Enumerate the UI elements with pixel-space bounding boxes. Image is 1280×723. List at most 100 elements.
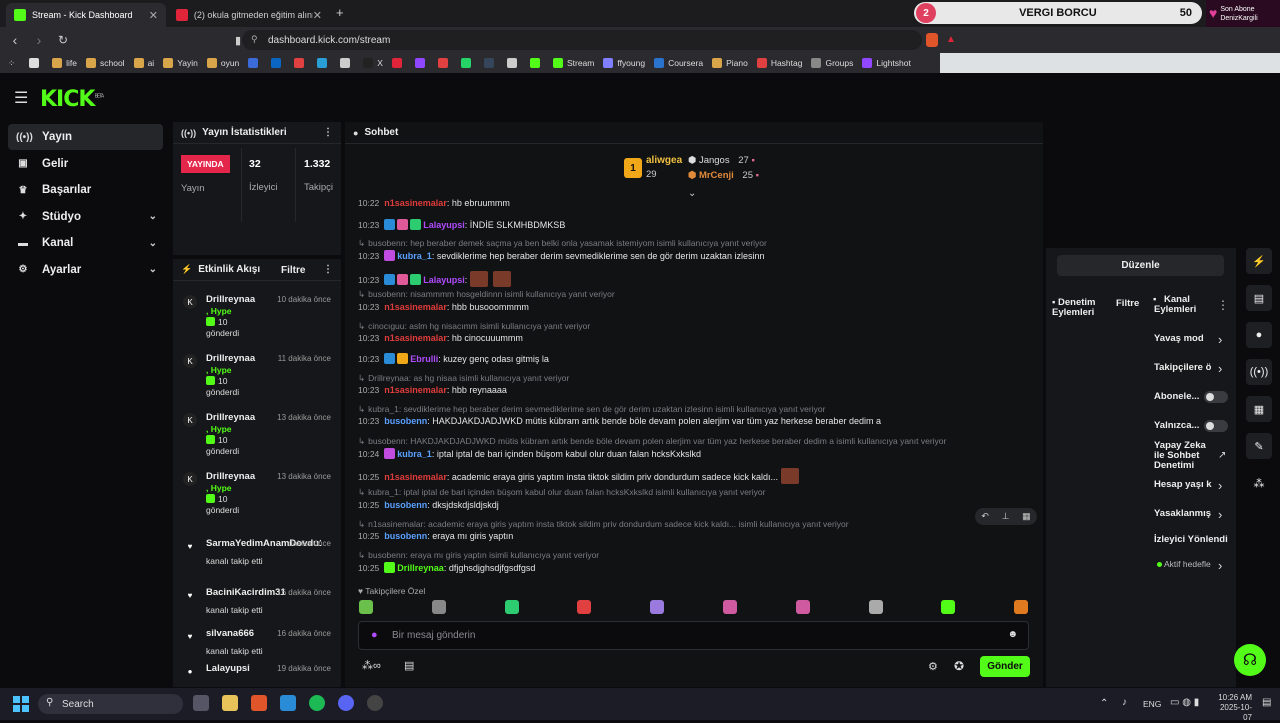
activity-username[interactable]: Drillreynaa	[206, 412, 255, 423]
mod-actions-tab[interactable]: ▪ Denetim Eylemleri	[1052, 298, 1108, 318]
microphone-icon[interactable]: ●	[371, 629, 378, 641]
bookmark-item[interactable]: X	[363, 58, 383, 68]
message-username[interactable]: busobenn	[384, 500, 427, 510]
tools-icon[interactable]: ✎	[1246, 433, 1272, 459]
message-username[interactable]: n1sasinemalar	[384, 333, 447, 343]
sidebar-item[interactable]: ▬ Kanal ⌄	[8, 230, 163, 256]
chat-message[interactable]: 10:25 n1sasinemalar: academic eraya giris…	[358, 468, 1035, 484]
channel-action-item[interactable]: Yasaklanmış	[1154, 508, 1228, 519]
brave-icon[interactable]	[251, 695, 267, 711]
site-info-icon[interactable]: ⚲	[251, 34, 258, 45]
bookmark-item[interactable]: Coursera	[654, 58, 703, 68]
channel-action-item[interactable]: Yapay Zeka ile Sohbet Denetimi	[1154, 441, 1216, 471]
bookmark-item[interactable]	[460, 58, 475, 68]
delete-icon[interactable]: ▦	[1022, 511, 1031, 522]
chevron-right-icon[interactable]: ›	[1218, 478, 1222, 493]
kick-points-icon[interactable]: ⁂∞	[362, 659, 381, 672]
emote-icon[interactable]	[650, 600, 665, 614]
activity-username[interactable]: Lalayupsi	[206, 663, 250, 674]
message-username[interactable]: Lalayupsi	[423, 220, 465, 230]
chevron-right-icon[interactable]: ›	[1218, 361, 1222, 376]
brave-rewards-icon[interactable]: ▲	[946, 34, 956, 45]
emote-icon[interactable]	[868, 600, 883, 614]
message-username[interactable]: n1sasinemalar	[384, 198, 447, 208]
bookmark-item[interactable]	[248, 58, 262, 68]
channel-actions-tab[interactable]: ▪ Kanal Eylemleri	[1153, 295, 1214, 315]
broadcast-icon[interactable]: ((•))	[1246, 359, 1272, 385]
bookmark-item[interactable]	[483, 58, 498, 68]
third-gifter[interactable]: ⬢ MrCenji 25 ▪	[688, 170, 759, 181]
lightning-icon[interactable]: ⚡	[1246, 248, 1272, 274]
chat-message[interactable]: 10:23 Lalayupsi: İNDİE SLKMHBDMKSB	[358, 219, 1035, 230]
sidebar-item[interactable]: ((•)) Yayın	[8, 124, 163, 150]
chevron-right-icon[interactable]: ›	[1218, 558, 1222, 573]
activity-username[interactable]: Drillreynaa	[206, 353, 255, 364]
layout-icon[interactable]: ▦	[1246, 396, 1272, 422]
bookmark-item[interactable]: ai	[133, 58, 154, 68]
clipboard-icon[interactable]: ▤	[1246, 285, 1272, 311]
channel-action-item[interactable]: Yavaş mod	[1154, 333, 1228, 344]
address-bar[interactable]: ⚲ dashboard.kick.com/stream	[242, 30, 922, 50]
bookmark-item[interactable]	[414, 58, 429, 68]
external-link-icon[interactable]: ↗	[1218, 450, 1226, 461]
sidebar-item[interactable]: ♛ Başarılar	[8, 177, 163, 203]
toggle-switch[interactable]	[1204, 420, 1228, 432]
emote-icon[interactable]	[723, 600, 737, 614]
bookmark-item[interactable]	[506, 58, 521, 68]
emote-icon[interactable]	[1014, 600, 1029, 614]
notifications-icon[interactable]: ▤	[1262, 697, 1271, 708]
bookmark-item[interactable]: Stream	[552, 58, 594, 68]
microphone-tray-icon[interactable]: ♪	[1122, 697, 1127, 708]
message-username[interactable]: Drillreynaa	[397, 563, 444, 573]
clock[interactable]: 10:26 AM 2025-10-07	[1216, 693, 1252, 723]
bookmark-item[interactable]	[317, 58, 331, 68]
bookmark-item[interactable]	[437, 58, 452, 68]
bookmark-item[interactable]	[529, 58, 544, 68]
sidebar-item[interactable]: ⚙ Ayarlar ⌄	[8, 257, 163, 283]
activity-username[interactable]: silvana666	[206, 628, 254, 639]
chat-message[interactable]: 10:23 kubra_1: sevdiklerime hep beraber d…	[358, 250, 1035, 261]
chat-message[interactable]: 10:24 kubra_1: iptal iptal de bari içinde…	[358, 448, 1035, 459]
message-username[interactable]: kubra_1	[397, 251, 432, 261]
pin-icon[interactable]: ⊥	[1002, 511, 1010, 522]
mod-filter-button[interactable]: Filtre	[1116, 298, 1139, 309]
message-username[interactable]: busobenn	[384, 531, 427, 541]
sidebar-item[interactable]: ▣ Gelir	[8, 151, 163, 177]
support-button[interactable]: ☊	[1234, 644, 1266, 676]
reply-icon[interactable]: ↶	[981, 511, 989, 522]
task-view-icon[interactable]	[193, 695, 209, 711]
message-username[interactable]: Lalayupsi	[423, 275, 465, 285]
bookmark-item[interactable]	[340, 58, 354, 68]
emote-icon[interactable]	[577, 600, 592, 614]
apps-icon[interactable]: ⁂	[1246, 470, 1272, 496]
channel-action-item[interactable]: Hesap yaşı k	[1154, 479, 1228, 490]
apps-grid-icon[interactable]: ⁘	[8, 58, 15, 69]
store-app-icon[interactable]	[280, 695, 296, 711]
bookmark-item[interactable]: oyun	[206, 58, 239, 68]
chat-message[interactable]: 10:22 n1sasinemalar: hb ebruummm	[358, 198, 1035, 208]
activity-username[interactable]: Drillreynaa	[206, 294, 255, 305]
bookmark-item[interactable]: Groups	[811, 58, 853, 68]
bookmark-item[interactable]: Piano	[712, 58, 748, 68]
sidebar-item[interactable]: ✦ Stüdyo ⌄	[8, 204, 163, 230]
message-username[interactable]: n1sasinemalar	[384, 385, 447, 395]
tab-youtube[interactable]: (2) okula gitmeden eğitim alınır mı s...…	[168, 3, 330, 27]
bookmark-item[interactable]: Hashtag	[756, 58, 802, 68]
chevron-right-icon[interactable]: ›	[1218, 332, 1222, 347]
emote-icon[interactable]	[504, 600, 519, 614]
close-tab-icon[interactable]: ✕	[313, 9, 322, 22]
bookmark-item[interactable]	[391, 58, 406, 68]
language-indicator[interactable]: ENG	[1143, 699, 1161, 709]
settings-icon[interactable]: ⚙	[928, 660, 938, 673]
chevron-down-icon[interactable]: ⌄	[149, 211, 157, 222]
chat-message[interactable]: 10:23 n1sasinemalar: hbb busooommmm	[358, 302, 1035, 312]
chat-message[interactable]: 10:23 n1sasinemalar: hbb reynaaaa	[358, 385, 1035, 395]
more-options-icon[interactable]: ⋮	[323, 264, 333, 275]
channel-action-item[interactable]: İzleyici Yönlendir	[1154, 534, 1228, 545]
top-gifter-name[interactable]: aliwgea	[646, 155, 682, 166]
chat-message[interactable]: 10:23 n1sasinemalar: hb cinocuuummm	[358, 333, 1035, 343]
bookmark-item[interactable]: ffyoung	[603, 58, 645, 68]
chat-icon[interactable]: ●	[1246, 322, 1272, 348]
chevron-down-icon[interactable]: ⌄	[149, 238, 157, 249]
message-username[interactable]: kubra_1	[397, 449, 432, 459]
